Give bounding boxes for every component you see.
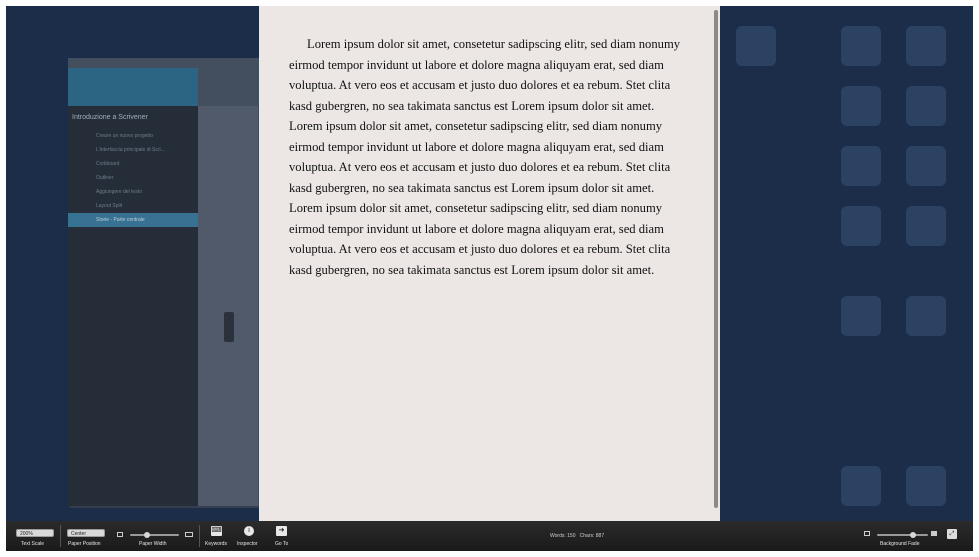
words-count: Words: 150	[550, 533, 576, 539]
binder-item: Creare un nuovo progetto	[96, 133, 153, 139]
keywords-icon[interactable]: ⌨	[211, 526, 222, 536]
goto-icon[interactable]: ➜	[276, 526, 287, 536]
composition-mode-window: Introduzione a Scrivener Creare un nuovo…	[6, 6, 973, 551]
document-text[interactable]: Lorem ipsum dolor sit amet, consetetur s…	[289, 34, 689, 280]
background-fade-slider[interactable]	[877, 534, 928, 536]
fade-low-icon	[864, 531, 870, 536]
paper-width-slider[interactable]	[130, 534, 179, 536]
paper-position-label: Paper Position	[68, 541, 101, 547]
binder-item: Aggiungere del testo	[96, 189, 142, 195]
text-scale-select[interactable]: 200%	[16, 529, 54, 537]
text-scale-label: Text Scale	[21, 541, 45, 547]
info-icon[interactable]: i	[244, 526, 254, 536]
composition-paper[interactable]: Lorem ipsum dolor sit amet, consetetur s…	[259, 6, 720, 521]
binder-item: Layout Split	[96, 203, 123, 209]
chars-count: Chars: 887	[579, 533, 605, 539]
word-char-count: Words: 150 Chars: 887	[550, 533, 604, 539]
fade-high-icon	[931, 531, 937, 536]
narrow-paper-icon	[117, 532, 123, 537]
keywords-label: Keywords	[205, 541, 227, 547]
background-binder: Introduzione a Scrivener Creare un nuovo…	[68, 106, 198, 506]
vertical-scrollbar[interactable]	[714, 10, 718, 508]
inspector-label: Inspector	[237, 541, 258, 547]
paper-width-knob[interactable]	[144, 532, 151, 538]
control-strip: 200% Text Scale Center Paper Position Pa…	[6, 521, 973, 551]
paper-width-label: Paper Width	[139, 541, 167, 547]
wide-paper-icon	[185, 532, 193, 537]
paper-position-select[interactable]: Center	[67, 529, 105, 537]
binder-title: Introduzione a Scrivener	[72, 114, 148, 121]
background-inner-window	[198, 106, 258, 506]
binder-item: Corkboard	[96, 161, 120, 167]
paper-resize-handle[interactable]	[224, 312, 234, 342]
binder-item: L'interfaccia principale di Scri...	[96, 147, 165, 153]
separator	[199, 525, 200, 547]
fullscreen-icon[interactable]: ⤢	[947, 529, 957, 539]
binder-item: Outliner	[96, 175, 114, 181]
background-fade-label: Background Fade	[880, 541, 920, 547]
background-fade-knob[interactable]	[909, 532, 916, 538]
separator	[60, 525, 61, 547]
goto-label[interactable]: Go To	[275, 541, 288, 547]
binder-item-selected: Storie - Parte centrale	[68, 213, 198, 227]
